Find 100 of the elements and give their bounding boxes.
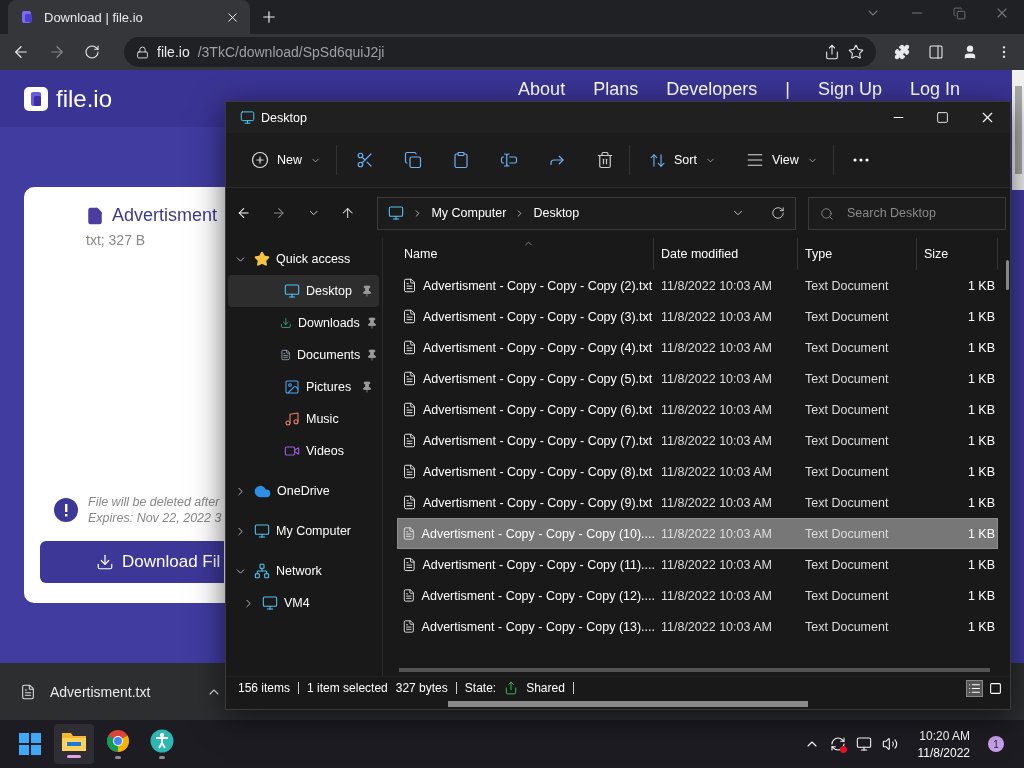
sidebar-item[interactable]: My Computer xyxy=(228,515,379,547)
file-name: Advertisment - Copy - Copy - Copy (7).txt xyxy=(423,433,653,448)
window-title: Desktop xyxy=(261,110,307,125)
file-row[interactable]: Advertisment - Copy - Copy - Copy (5).txt 11/8/2022 10:03 AM Text Document 1 KB xyxy=(397,363,998,394)
file-name: Advertisment - Copy - Copy - Copy (11).... xyxy=(422,557,655,572)
size-cell-text: 1 KB xyxy=(966,278,996,293)
search-field[interactable]: Search Desktop xyxy=(808,196,1006,230)
file-row[interactable]: Advertisment - Copy - Copy - Copy (3).txt 11/8/2022 10:03 AM Text Document 1 KB xyxy=(397,301,998,332)
sidebar-label: Music xyxy=(306,412,340,426)
sidebar-label: Quick access xyxy=(276,252,352,266)
sidebar-label: Videos xyxy=(306,444,345,458)
file-name: Advertisment - Copy - Copy - Copy (8).txt xyxy=(423,464,653,479)
sidebar-item[interactable]: Documents xyxy=(228,339,379,371)
sidebar-item[interactable]: Pictures xyxy=(228,371,379,403)
file-row[interactable]: Advertisment - Copy - Copy - Copy (8).txt 11/8/2022 10:03 AM Text Document 1 KB xyxy=(397,456,998,487)
type-cell-text: Text Document xyxy=(804,619,890,634)
file-row[interactable]: Advertisment - Copy - Copy - Copy (12).... 11/8/2022 10:03 AM Text Document 1 KB xyxy=(397,580,998,611)
type-cell-text: Text Document xyxy=(804,433,890,448)
sidebar-item[interactable]: Videos xyxy=(228,435,379,467)
size-cell-text: 1 KB xyxy=(966,495,996,510)
type-cell-text: Text Document xyxy=(804,495,890,510)
file-row[interactable]: Advertisment - Copy - Copy - Copy (10).... 11/8/2022 10:03 AM Text Document 1 KB xyxy=(397,518,998,549)
size-cell-text: 1 KB xyxy=(966,526,996,541)
column-header[interactable]: Type xyxy=(798,238,917,270)
nav-link[interactable]: Log In xyxy=(909,79,960,100)
nav-link[interactable]: Plans xyxy=(593,79,639,100)
type-cell-text: Text Document xyxy=(804,371,890,386)
date-cell-text: 11/8/2022 10:03 AM xyxy=(660,495,773,510)
sidebar-item[interactable]: Desktop xyxy=(228,275,379,307)
notice-text: Expires: Nov 22, 2022 3 xyxy=(88,511,222,525)
sidebar-item[interactable]: OneDrive xyxy=(228,475,379,507)
file-row[interactable]: Advertisment - Copy - Copy - Copy (6).txt 11/8/2022 10:03 AM Text Document 1 KB xyxy=(397,394,998,425)
type-cell-text: Text Document xyxy=(804,402,890,417)
type-cell-text: Text Document xyxy=(804,340,890,355)
type-cell-text: Text Document xyxy=(804,526,890,541)
nav-link[interactable]: About xyxy=(518,79,566,100)
url-path: /3TkC/download/SpSd6quiJ2ji xyxy=(197,44,386,60)
sort-button[interactable]: Sort xyxy=(640,145,725,175)
file-name: Advertisment - Copy - Copy - Copy (2).txt xyxy=(423,278,653,293)
file-name: Advertisment - Copy - Copy - Copy (12).... xyxy=(421,588,655,603)
date-cell-text: 11/8/2022 10:03 AM xyxy=(660,402,773,417)
file-row[interactable]: Advertisment - Copy - Copy - Copy (11).... 11/8/2022 10:03 AM Text Document 1 KB xyxy=(397,549,998,580)
sidebar-label: Desktop xyxy=(306,284,353,298)
new-button[interactable]: New xyxy=(242,145,330,175)
file-row[interactable]: Advertisment - Copy - Copy - Copy (2).txt 11/8/2022 10:03 AM Text Document 1 KB xyxy=(397,270,998,301)
selection-count: 1 item selected xyxy=(307,681,388,695)
file-row[interactable]: Advertisment - Copy - Copy - Copy (9).txt 11/8/2022 10:03 AM Text Document 1 KB xyxy=(397,487,998,518)
file-name: Advertisment - Copy - Copy - Copy (10).... xyxy=(421,526,655,541)
size-cell-text: 1 KB xyxy=(966,402,996,417)
date-cell-text: 11/8/2022 10:03 AM xyxy=(660,464,773,479)
size-cell-text: 1 KB xyxy=(966,371,996,386)
downloaded-file[interactable]: Advertisment.txt xyxy=(50,683,151,700)
type-cell-text: Text Document xyxy=(804,464,890,479)
breadcrumb[interactable]: My Computer xyxy=(431,206,507,220)
sidebar-label: VM4 xyxy=(284,596,311,610)
size-cell-text: 1 KB xyxy=(966,340,996,355)
sidebar-item[interactable]: Downloads xyxy=(228,307,379,339)
date-cell-text: 11/8/2022 10:03 AM xyxy=(660,526,773,541)
item-count: 156 items xyxy=(238,681,291,695)
download-button[interactable]: Download Fil xyxy=(40,541,224,583)
sidebar-label: Network xyxy=(276,564,323,578)
date-cell-text: 11/8/2022 10:03 AM xyxy=(660,588,773,603)
notification-badge[interactable]: 1 xyxy=(988,736,1004,752)
size-cell-text: 1 KB xyxy=(966,557,996,572)
sidebar-item[interactable]: VM4 xyxy=(228,587,379,619)
sidebar-item[interactable]: Network xyxy=(228,555,379,587)
browser-tab[interactable]: Download | file.io xyxy=(8,0,250,34)
size-cell-text: 1 KB xyxy=(966,619,996,634)
type-cell-text: Text Document xyxy=(804,588,890,603)
column-header[interactable]: Name xyxy=(397,238,654,270)
sidebar-item[interactable]: Music xyxy=(228,403,379,435)
nav-link[interactable]: Sign Up xyxy=(817,79,882,100)
type-cell-text: Text Document xyxy=(804,309,890,324)
date-cell-text: 11/8/2022 10:03 AM xyxy=(660,371,773,386)
clock[interactable]: 10:20 AM 11/8/2022 xyxy=(917,728,970,760)
date-cell-text: 11/8/2022 10:03 AM xyxy=(660,340,773,355)
logo-text: file.io xyxy=(56,84,113,113)
sidebar-label: Pictures xyxy=(306,380,353,394)
column-header[interactable]: Size xyxy=(917,238,998,270)
nav-link[interactable]: | xyxy=(785,79,790,100)
file-row[interactable]: Advertisment - Copy - Copy - Copy (13).... 11/8/2022 10:03 AM Text Document 1 KB xyxy=(397,611,998,642)
file-row[interactable]: Advertisment - Copy - Copy - Copy (7).txt 11/8/2022 10:03 AM Text Document 1 KB xyxy=(397,425,998,456)
address-field[interactable]: My Computer Desktop xyxy=(377,196,796,230)
date-cell-text: 11/8/2022 10:03 AM xyxy=(660,433,773,448)
date-cell-text: 11/8/2022 10:03 AM xyxy=(660,278,773,293)
view-button[interactable]: View xyxy=(736,145,827,175)
sidebar-item[interactable]: Quick access xyxy=(228,243,379,275)
notice-text: File will be deleted after xyxy=(88,495,221,509)
file-name: Advertisment - Copy - Copy - Copy (3).txt xyxy=(423,309,653,324)
file-name: Advertisment - Copy - Copy - Copy (9).txt xyxy=(423,495,653,510)
sidebar-label: Documents xyxy=(297,348,361,362)
size-cell-text: 1 KB xyxy=(966,588,996,603)
sidebar-label: OneDrive xyxy=(277,484,331,498)
address-bar[interactable]: file.io /3TkC/download/SpSd6quiJ2ji xyxy=(124,37,876,67)
nav-link[interactable]: Developers xyxy=(666,79,758,100)
breadcrumb[interactable]: Desktop xyxy=(533,206,580,220)
state-label: State: xyxy=(464,681,497,695)
type-cell-text: Text Document xyxy=(804,557,890,572)
column-header[interactable]: Date modified xyxy=(654,238,798,270)
file-row[interactable]: Advertisment - Copy - Copy - Copy (4).txt 11/8/2022 10:03 AM Text Document 1 KB xyxy=(397,332,998,363)
